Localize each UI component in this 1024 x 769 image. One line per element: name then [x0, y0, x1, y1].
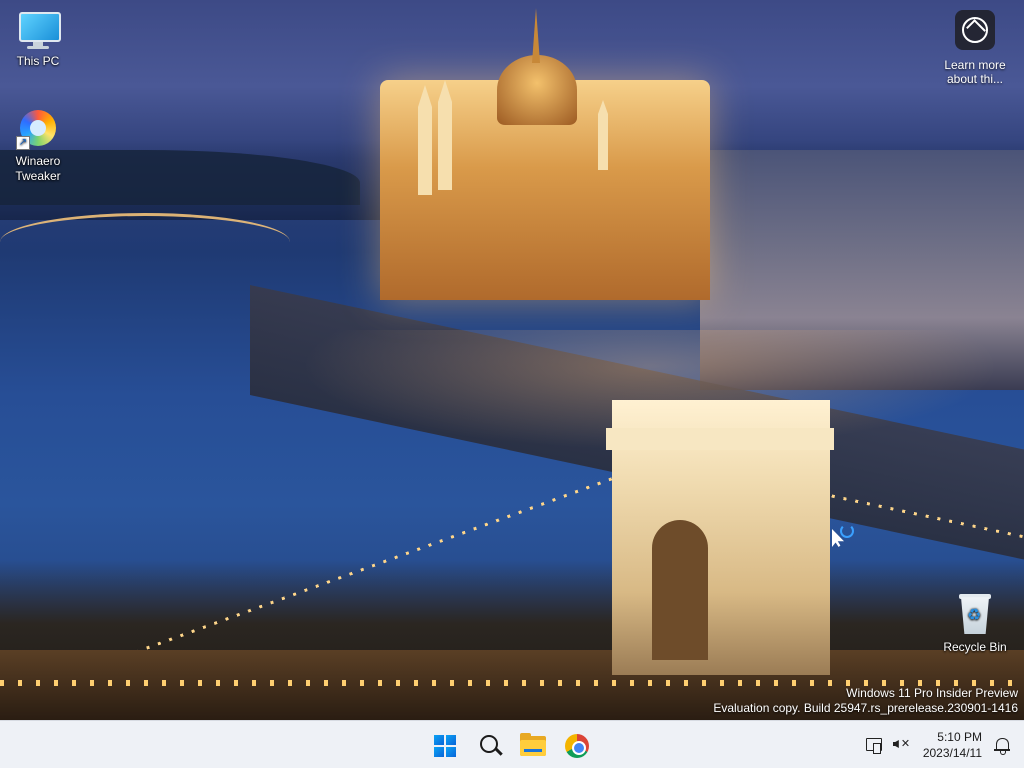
taskbar-clock[interactable]: 5:10 PM 2023/14/11	[923, 729, 982, 761]
wallpaper-spire	[532, 8, 540, 63]
desktop-icon-label: Winaero Tweaker	[15, 154, 61, 183]
desktop-icon-this-pc[interactable]: This PC	[0, 8, 76, 69]
network-icon[interactable]	[863, 734, 885, 756]
wallpaper-pillar-arch	[652, 520, 708, 660]
evaluation-watermark: Windows 11 Pro Insider Preview Evaluatio…	[713, 686, 1018, 716]
windows-start-icon	[434, 735, 456, 757]
wallpaper-tower	[418, 85, 432, 195]
watermark-line-1: Windows 11 Pro Insider Preview	[846, 686, 1018, 700]
notification-bell-icon[interactable]	[992, 734, 1012, 756]
wallpaper-dome	[497, 55, 577, 125]
file-explorer-button[interactable]	[512, 725, 552, 765]
spotlight-label: Learn more about thi...	[944, 58, 1006, 86]
taskbar-pinned-apps	[424, 725, 596, 765]
desktop-wallpaper: This PC ↗ Winaero Tweaker ♻ Recycle Bin …	[0, 0, 1024, 720]
volume-muted-icon[interactable]: ✕	[889, 734, 911, 756]
start-button[interactable]	[424, 725, 464, 765]
watermark-line-2: Evaluation copy. Build 25947.rs_prerelea…	[713, 701, 1018, 715]
wallpaper-pillar-cap	[606, 428, 834, 450]
shortcut-arrow-icon: ↗	[16, 136, 30, 150]
search-button[interactable]	[468, 725, 508, 765]
desktop-icon-recycle-bin[interactable]: ♻ Recycle Bin	[937, 594, 1013, 655]
chrome-button[interactable]	[556, 725, 596, 765]
system-tray: ✕ 5:10 PM 2023/14/11	[863, 721, 1024, 769]
spotlight-icon	[955, 10, 995, 50]
winaero-tweaker-icon: ↗	[16, 108, 60, 152]
desktop-icon-winaero-tweaker[interactable]: ↗ Winaero Tweaker	[0, 108, 76, 184]
busy-cursor-icon	[840, 524, 854, 538]
clock-time: 5:10 PM	[937, 730, 982, 744]
wallpaper-tower	[438, 80, 452, 190]
this-pc-icon	[16, 8, 61, 52]
recycle-bin-icon: ♻	[953, 594, 997, 638]
learn-more-spotlight[interactable]: Learn more about thi...	[940, 10, 1010, 86]
desktop-icon-label: Recycle Bin	[943, 640, 1007, 654]
desktop-icon-label: This PC	[16, 54, 60, 68]
wallpaper-tower	[598, 100, 608, 170]
clock-date: 2023/14/11	[922, 746, 982, 760]
taskbar: ✕ 5:10 PM 2023/14/11	[0, 720, 1024, 768]
